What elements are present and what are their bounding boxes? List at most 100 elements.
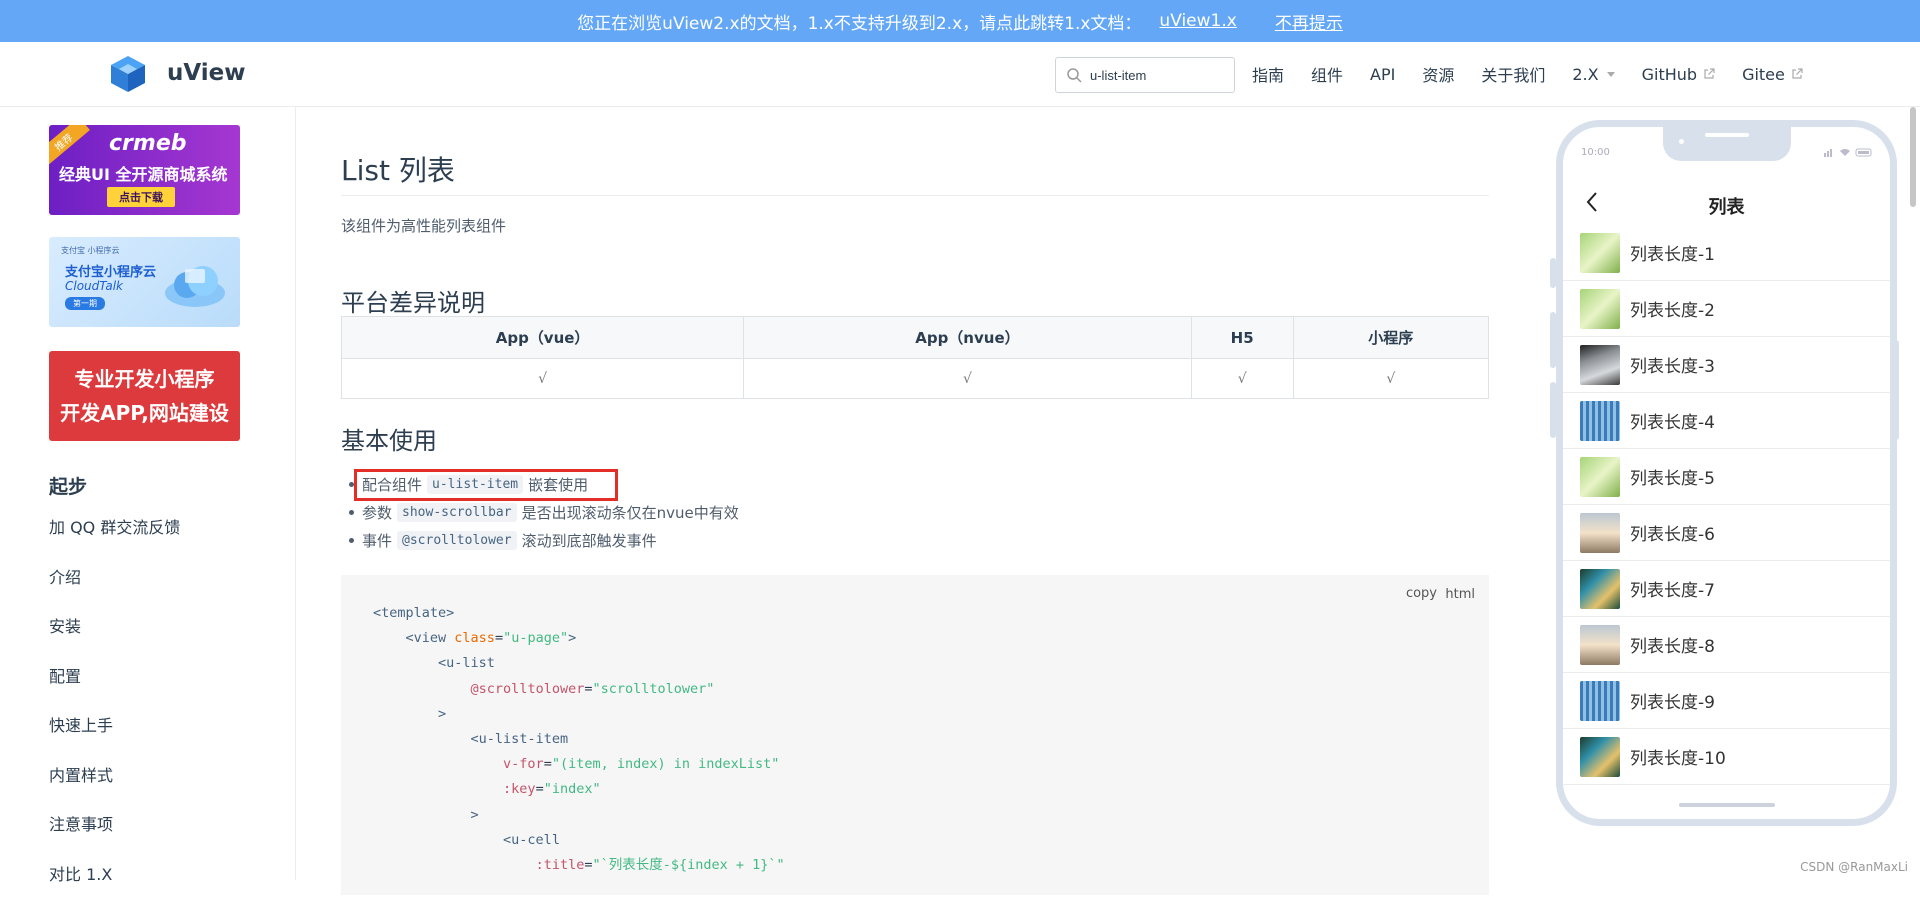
ad2-pill: 第一期	[65, 297, 105, 310]
ad2-subtitle: CloudTalk	[65, 279, 123, 293]
ad1-headline: 经典UI 全开源商城系统	[59, 161, 228, 185]
inline-code: show-scrollbar	[397, 503, 517, 522]
list-item[interactable]: 列表长度-6	[1563, 505, 1890, 561]
sidebar-item-config[interactable]: 配置	[49, 663, 180, 713]
list-item-label: 列表长度-4	[1630, 408, 1715, 433]
list-item-label: 列表长度-8	[1630, 632, 1715, 657]
bullet-icon	[349, 538, 354, 543]
nav-guide[interactable]: 指南	[1252, 62, 1284, 86]
phone-time: 10:00	[1581, 147, 1610, 158]
ad1-download-button[interactable]: 点击下载	[107, 187, 175, 207]
external-link-icon	[1791, 68, 1803, 80]
nav-api[interactable]: API	[1370, 65, 1395, 84]
sidebar-item-compare-1x[interactable]: 对比 1.X	[49, 861, 180, 910]
nav-components[interactable]: 组件	[1311, 62, 1343, 86]
page-scrollbar[interactable]	[1910, 107, 1916, 207]
code-block: copy html <template> <view class="u-page…	[341, 575, 1489, 895]
highlight-box	[354, 469, 618, 501]
list-item-label: 列表长度-2	[1630, 296, 1715, 321]
list-item[interactable]: 列表长度-2	[1563, 281, 1890, 337]
site-header: uView 指南 组件 API 资源 关于我们 2.X GitHub Gitee	[0, 42, 1920, 107]
list-item[interactable]: 列表长度-5	[1563, 449, 1890, 505]
sidebar-item-builtin-style[interactable]: 内置样式	[49, 762, 180, 812]
crmeb-ad-banner[interactable]: 推荐 crmeb 经典UI 全开源商城系统 点击下载	[49, 125, 240, 215]
bullet-icon	[349, 510, 354, 515]
list-item-label: 列表长度-10	[1630, 744, 1726, 769]
sidebar-item-qq-group[interactable]: 加 QQ 群交流反馈	[49, 514, 180, 564]
list-item[interactable]: 列表长度-7	[1563, 561, 1890, 617]
thumbnail-image	[1580, 345, 1620, 385]
ad3-line1: 专业开发小程序	[49, 362, 240, 396]
code-content: <template> <view class="u-page"> <u-list…	[373, 601, 785, 878]
github-label: GitHub	[1642, 65, 1697, 84]
list-item[interactable]: 列表长度-9	[1563, 673, 1890, 729]
nav-about[interactable]: 关于我们	[1481, 62, 1545, 86]
usage-text: 滚动到底部触发事件	[522, 530, 657, 551]
speaker-icon	[1705, 133, 1749, 137]
usage-text: 参数	[362, 502, 392, 523]
thumbnail-image	[1580, 681, 1620, 721]
inline-code: @scrolltolower	[397, 531, 517, 550]
chevron-down-icon	[1607, 72, 1615, 77]
list-item-label: 列表长度-9	[1630, 688, 1715, 713]
code-language-label: html	[1445, 587, 1475, 602]
copy-code-button[interactable]: copy	[1406, 586, 1437, 601]
list-item: 参数 show-scrollbar 是否出现滚动条仅在nvue中有效	[349, 498, 739, 526]
external-link-icon	[1703, 68, 1715, 80]
brand-name[interactable]: uView	[167, 60, 246, 86]
banner-v1-link[interactable]: uView1.x	[1159, 11, 1236, 31]
version-dropdown[interactable]: 2.X	[1572, 65, 1614, 84]
platform-table: App（vue） App（nvue） H5 小程序 √ √ √ √	[341, 316, 1489, 399]
table-header-cell: App（nvue）	[744, 317, 1192, 359]
banner-dismiss-link[interactable]: 不再提示	[1275, 9, 1343, 34]
table-cell: √	[1293, 359, 1488, 399]
list-item-label: 列表长度-1	[1630, 240, 1715, 265]
thumbnail-image	[1580, 737, 1620, 777]
gitee-label: Gitee	[1742, 65, 1785, 84]
ad-tag: 推荐	[49, 125, 90, 166]
list-item[interactable]: 列表长度-3	[1563, 337, 1890, 393]
platform-heading: 平台差异说明	[341, 283, 485, 318]
alipay-cloud-ad-banner[interactable]: 支付宝 小程序云 支付宝小程序云 CloudTalk 第一期	[49, 237, 240, 327]
search-icon	[1066, 67, 1082, 83]
nav-resources[interactable]: 资源	[1422, 62, 1454, 86]
usage-text: 事件	[362, 530, 392, 551]
top-notice-banner: 您正在浏览uView2.x的文档，1.x不支持升级到2.x，请点此跳转1.x文档…	[0, 0, 1920, 42]
list-item[interactable]: 列表长度-4	[1563, 393, 1890, 449]
sidebar-section-title: 起步	[49, 472, 87, 499]
list-item[interactable]: 列表长度-8	[1563, 617, 1890, 673]
list-item[interactable]: 列表长度-10	[1563, 729, 1890, 785]
table-header-row: App（vue） App（nvue） H5 小程序	[342, 317, 1489, 359]
thumbnail-image	[1580, 569, 1620, 609]
home-indicator	[1679, 803, 1775, 807]
table-cell: √	[342, 359, 744, 399]
watermark: CSDN @RanMaxLi	[1800, 860, 1908, 874]
ad2-title: 支付宝小程序云	[65, 261, 156, 280]
list-item-label: 列表长度-3	[1630, 352, 1715, 377]
table-header-cell: H5	[1191, 317, 1293, 359]
search-box[interactable]	[1055, 57, 1235, 93]
thumbnail-image	[1580, 625, 1620, 665]
phone-list[interactable]: 列表长度-1 列表长度-2 列表长度-3 列表长度-4 列表长度-5 列表长度-…	[1563, 225, 1890, 785]
sidebar-item-quickstart[interactable]: 快速上手	[49, 712, 180, 762]
ad3-line2: 开发APP,网站建设	[49, 396, 240, 430]
uview-logo-icon[interactable]	[108, 54, 148, 94]
list-item-label: 列表长度-7	[1630, 576, 1715, 601]
table-header-cell: App（vue）	[342, 317, 744, 359]
list-item: 事件 @scrolltolower 滚动到底部触发事件	[349, 526, 739, 554]
search-input[interactable]	[1090, 68, 1220, 83]
cloud-illustration-icon	[161, 259, 229, 311]
sidebar-item-install[interactable]: 安装	[49, 613, 180, 663]
phone-page-title: 列表	[1563, 193, 1890, 219]
nav-github[interactable]: GitHub	[1642, 65, 1715, 84]
sidebar-item-intro[interactable]: 介绍	[49, 564, 180, 614]
sidebar-item-notes[interactable]: 注意事项	[49, 811, 180, 861]
table-cell: √	[1191, 359, 1293, 399]
ad2-small-text: 支付宝 小程序云	[61, 245, 120, 256]
list-item-label: 列表长度-5	[1630, 464, 1715, 489]
nav-gitee[interactable]: Gitee	[1742, 65, 1803, 84]
table-cell: √	[744, 359, 1192, 399]
list-item[interactable]: 列表长度-1	[1563, 225, 1890, 281]
dev-service-ad-banner[interactable]: 专业开发小程序 开发APP,网站建设	[49, 351, 240, 441]
thumbnail-image	[1580, 289, 1620, 329]
